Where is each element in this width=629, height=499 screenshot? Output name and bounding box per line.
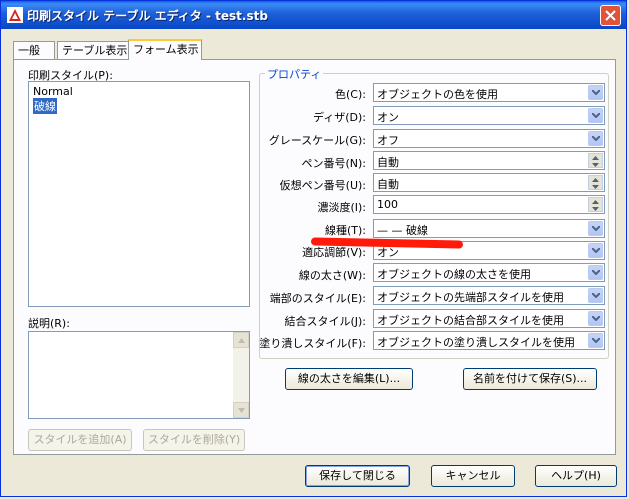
join-style-label: 結合スタイル(J): — [284, 315, 366, 328]
chevron-down-icon — [591, 338, 600, 343]
description-scrollbar[interactable] — [233, 332, 249, 418]
pen-number-value: 自動 — [377, 156, 399, 169]
scroll-down-icon — [237, 407, 245, 413]
spin-up-icon — [592, 155, 599, 160]
save-and-close-button[interactable]: 保存して閉じる — [305, 465, 410, 487]
dropdown-button[interactable] — [588, 221, 603, 236]
spin-down-button[interactable] — [589, 183, 602, 190]
delete-style-button[interactable]: スタイルを削除(Y) — [143, 429, 245, 451]
chevron-down-icon — [591, 136, 600, 141]
fill-style-value: オブジェクトの塗り潰しスタイルを使用 — [377, 336, 575, 349]
virtual-pen-spinner[interactable]: 自動 — [373, 173, 605, 192]
virtual-pen-label: 仮想ペン番号(U): — [279, 179, 366, 192]
chevron-down-icon — [591, 90, 600, 95]
spin-up-button[interactable] — [589, 176, 602, 183]
chevron-down-icon — [591, 270, 600, 275]
description-textarea[interactable] — [28, 331, 250, 419]
color-label: 色(C): — [335, 88, 366, 101]
screening-value: 100 — [377, 198, 398, 211]
join-style-combo[interactable]: オブジェクトの結合部スタイルを使用 — [373, 309, 605, 328]
adaptive-label: 適応調節(V): — [302, 246, 366, 259]
linetype-label: 線種(T): — [324, 224, 366, 237]
spin-down-icon — [592, 162, 599, 167]
scroll-up-icon — [237, 337, 245, 343]
properties-group-title: プロパティ — [265, 66, 324, 82]
scroll-up-button[interactable] — [233, 332, 249, 348]
spin-up-button[interactable] — [589, 198, 602, 205]
chevron-down-icon — [591, 226, 600, 231]
description-label: 説明(R): — [28, 317, 70, 330]
dither-value: オン — [377, 111, 399, 124]
spin-down-icon — [592, 206, 599, 211]
fill-style-label: 塗り潰しスタイル(F): — [259, 337, 366, 350]
fill-style-combo[interactable]: オブジェクトの塗り潰しスタイルを使用 — [373, 331, 605, 350]
virtual-pen-value: 自動 — [377, 178, 399, 191]
dropdown-button[interactable] — [588, 131, 603, 146]
dither-label: ディザ(D): — [313, 111, 366, 124]
chevron-down-icon — [591, 248, 600, 253]
dropdown-button[interactable] — [588, 108, 603, 123]
spin-up-button[interactable] — [589, 154, 602, 161]
title-bar[interactable]: 印刷スタイル テーブル エディタ - test.stb — [1, 1, 626, 29]
styles-listbox[interactable]: Normal 破線 — [28, 81, 250, 307]
dropdown-button[interactable] — [588, 288, 603, 303]
chevron-down-icon — [591, 316, 600, 321]
linetype-value: — — 破線 — [377, 224, 428, 237]
chevron-down-icon — [591, 293, 600, 298]
grayscale-value: オフ — [377, 134, 399, 147]
edit-lineweights-button[interactable]: 線の太さを編集(L)... — [285, 368, 413, 390]
screening-spinner[interactable]: 100 — [373, 195, 605, 214]
list-item-selected[interactable]: 破線 — [33, 98, 57, 114]
lineweight-label: 線の太さ(W): — [298, 269, 366, 282]
spin-arrows-icon[interactable] — [588, 153, 603, 168]
close-icon — [605, 10, 616, 21]
close-button[interactable] — [600, 5, 621, 26]
spin-up-icon — [592, 199, 599, 204]
dropdown-button[interactable] — [588, 311, 603, 326]
autocad-icon — [7, 7, 23, 23]
dither-combo[interactable]: オン — [373, 106, 605, 125]
join-style-value: オブジェクトの結合部スタイルを使用 — [377, 314, 564, 327]
tab-form-view[interactable]: フォーム表示 — [128, 39, 202, 60]
chevron-down-icon — [591, 113, 600, 118]
spin-down-icon — [592, 184, 599, 189]
spin-arrows-icon[interactable] — [588, 175, 603, 190]
spin-arrows-icon[interactable] — [588, 197, 603, 212]
spin-down-button[interactable] — [589, 205, 602, 212]
save-as-button[interactable]: 名前を付けて保存(S)... — [463, 368, 597, 390]
dropdown-button[interactable] — [588, 333, 603, 348]
tab-table-view[interactable]: テーブル表示 — [57, 41, 129, 59]
scroll-down-button[interactable] — [233, 402, 249, 418]
list-item[interactable]: Normal — [33, 85, 73, 98]
color-combo[interactable]: オブジェクトの色を使用 — [373, 83, 605, 102]
spin-down-button[interactable] — [589, 161, 602, 168]
lineweight-combo[interactable]: オブジェクトの線の太さを使用 — [373, 263, 605, 282]
tab-general[interactable]: 一般 — [13, 41, 55, 59]
dropdown-button[interactable] — [588, 265, 603, 280]
help-button[interactable]: ヘルプ(H) — [535, 465, 617, 487]
window-title: 印刷スタイル テーブル エディタ - test.stb — [27, 9, 268, 23]
pen-number-spinner[interactable]: 自動 — [373, 151, 605, 170]
dropdown-button[interactable] — [588, 243, 603, 258]
line-end-style-label: 端部のスタイル(E): — [269, 292, 366, 305]
grayscale-label: グレースケール(G): — [268, 134, 366, 147]
dropdown-button[interactable] — [588, 85, 603, 100]
dialog-window: 印刷スタイル テーブル エディタ - test.stb 一般 テーブル表示 フォ… — [0, 0, 627, 497]
grayscale-combo[interactable]: オフ — [373, 129, 605, 148]
spin-up-icon — [592, 177, 599, 182]
line-end-style-value: オブジェクトの先端部スタイルを使用 — [377, 291, 564, 304]
pen-number-label: ペン番号(N): — [301, 157, 366, 170]
linetype-combo[interactable]: — — 破線 — [373, 219, 605, 238]
color-value: オブジェクトの色を使用 — [377, 88, 498, 101]
screening-label: 濃淡度(I): — [317, 201, 366, 214]
line-end-style-combo[interactable]: オブジェクトの先端部スタイルを使用 — [373, 286, 605, 305]
lineweight-value: オブジェクトの線の太さを使用 — [377, 268, 531, 281]
cancel-button[interactable]: キャンセル — [431, 465, 515, 487]
add-style-button[interactable]: スタイルを追加(A) — [28, 429, 132, 451]
